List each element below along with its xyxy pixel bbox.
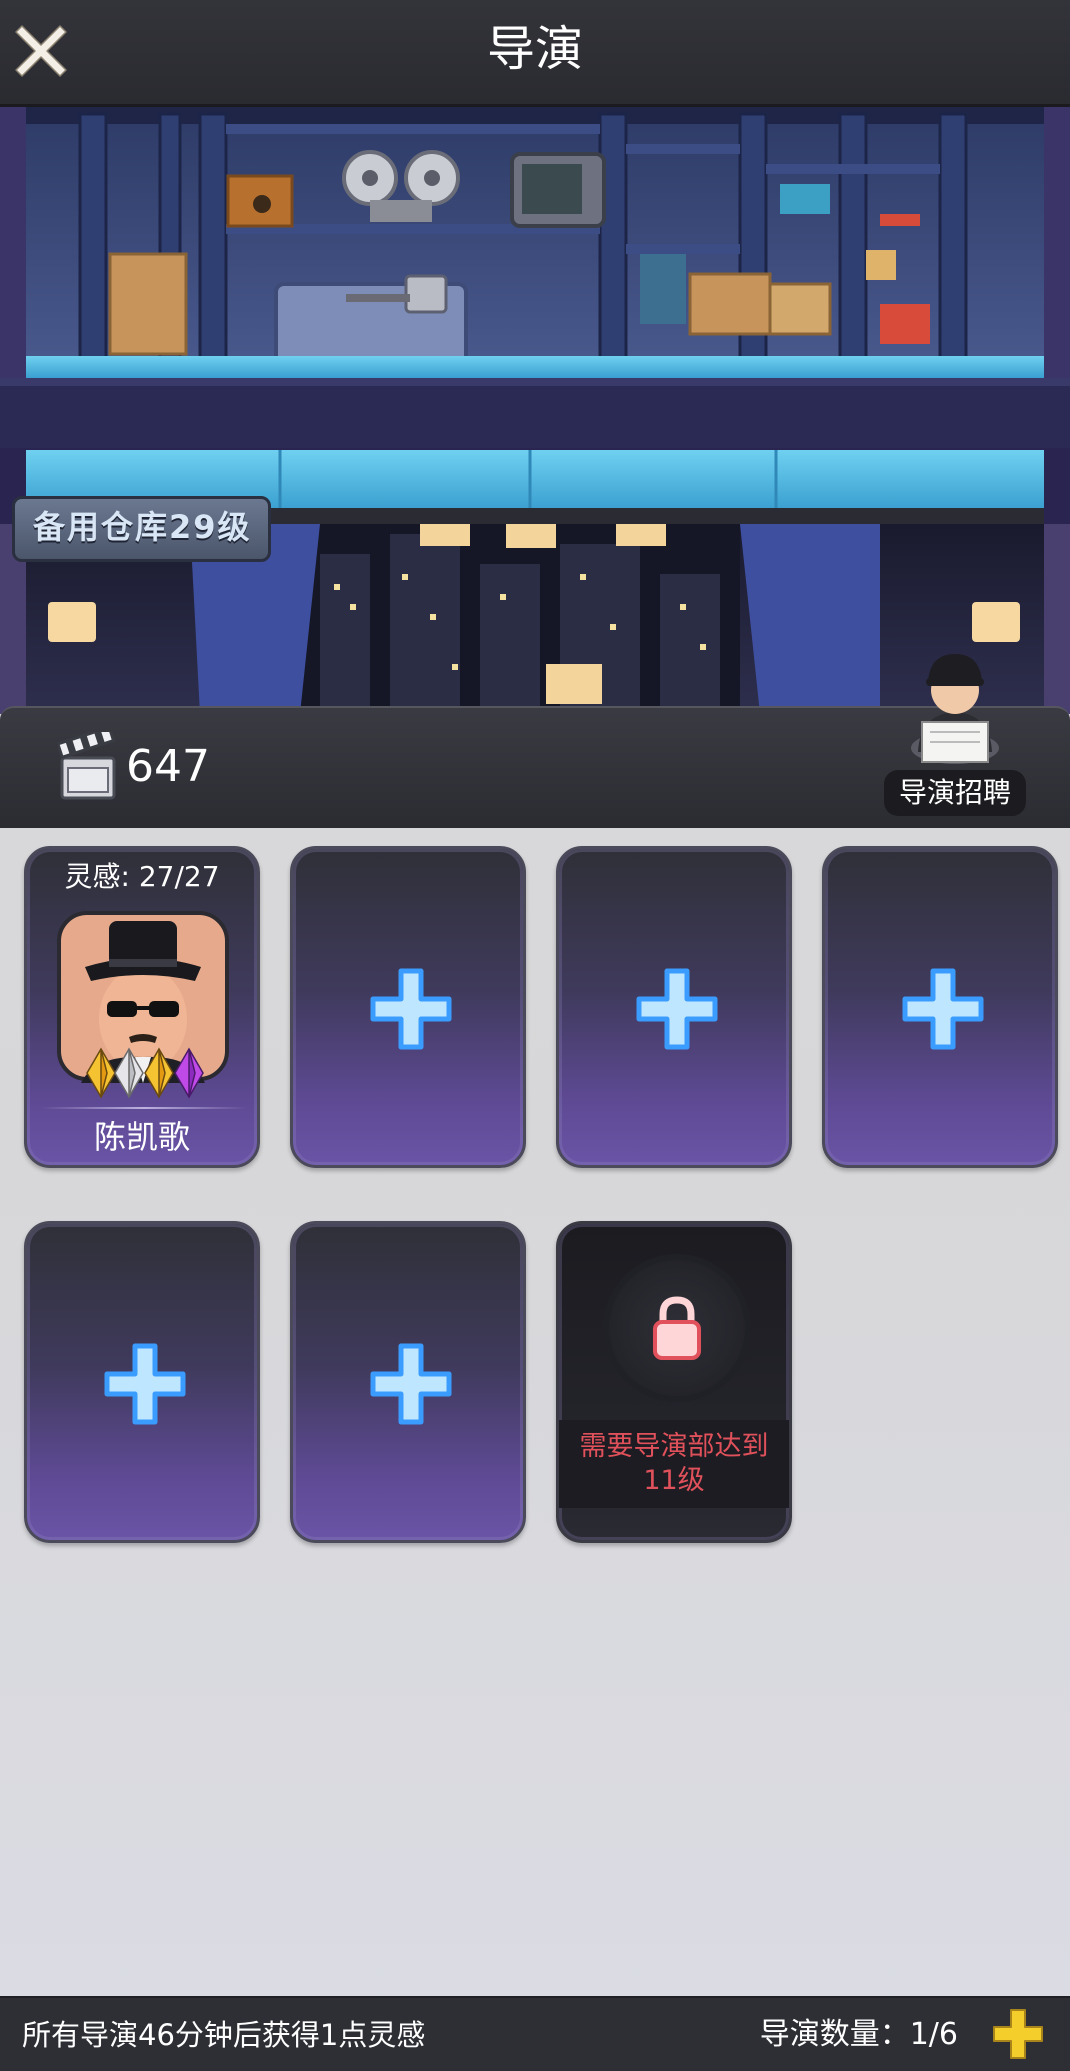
plus-icon[interactable] (103, 1342, 187, 1426)
page-title: 导演 (486, 21, 583, 77)
empty-director-slot-4[interactable] (822, 846, 1058, 1168)
clapperboard-icon (58, 732, 116, 800)
plus-icon[interactable] (635, 967, 719, 1051)
locked-director-slot: 需要导演部达到11级 (556, 1221, 792, 1543)
director-screen: 导演 备用仓库29级 647 导演招聘 灵感: 27/27 陈凯歌 需要导演部达… (0, 0, 1070, 2071)
lock-icon (653, 1296, 701, 1360)
rank-gems (86, 1047, 204, 1099)
recruit-label[interactable]: 导演招聘 (884, 770, 1026, 816)
inspiration-counter: 灵感: 27/27 (64, 860, 220, 893)
director-recruit-button[interactable]: 导演招聘 (880, 636, 1030, 826)
footer-bar: 所有导演46分钟后获得1点灵感 导演数量：1/6 (0, 1996, 1070, 2071)
plus-icon[interactable] (990, 2006, 1046, 2062)
card-divider (41, 1107, 247, 1109)
plus-icon[interactable] (369, 967, 453, 1051)
film-count: 647 (126, 741, 210, 792)
director-card-chen-kaige[interactable]: 灵感: 27/27 陈凯歌 (24, 846, 260, 1168)
director-name: 陈凯歌 (93, 1118, 190, 1156)
empty-director-slot-2[interactable] (290, 846, 526, 1168)
empty-director-slot-5[interactable] (24, 1221, 260, 1543)
inspiration-timer: 所有导演46分钟后获得1点灵感 (22, 2018, 426, 2052)
warehouse-level-label: 备用仓库29级 (12, 496, 271, 562)
lock-badge (609, 1260, 745, 1396)
resource-bar: 647 导演招聘 (0, 654, 1070, 828)
director-count: 导演数量：1/6 (759, 2017, 958, 2052)
unlock-requirement: 需要导演部达到11级 (559, 1420, 789, 1508)
add-director-slot-button[interactable] (990, 2006, 1046, 2062)
plus-icon[interactable] (901, 967, 985, 1051)
plus-icon[interactable] (369, 1342, 453, 1426)
empty-director-slot-3[interactable] (556, 846, 792, 1168)
title-bar: 导演 (0, 0, 1070, 107)
building-scene: 备用仓库29级 (0, 104, 1070, 714)
empty-director-slot-6[interactable] (290, 1221, 526, 1543)
building-illustration (0, 104, 1070, 714)
recruiter-avatar (911, 654, 999, 764)
